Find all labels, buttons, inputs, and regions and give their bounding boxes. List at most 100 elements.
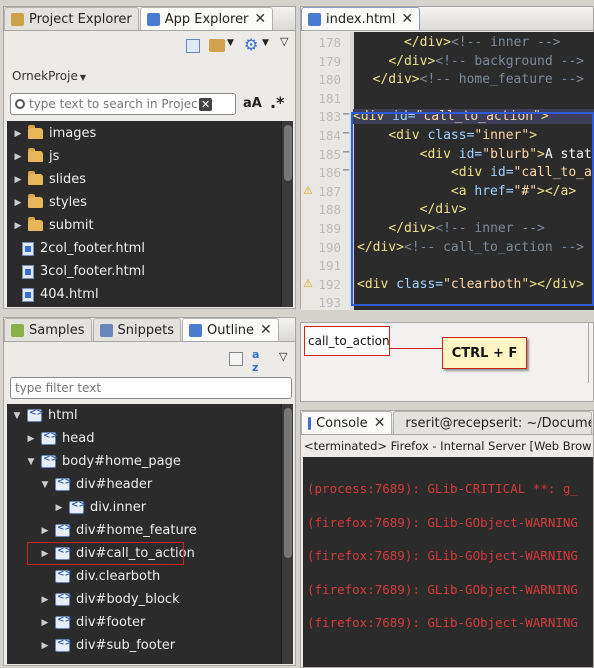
project-tree: ▶ images ▶ js ▶ slides ▶ styles ▶ submit 2col_foot… — [7, 121, 293, 307]
expand-arrow-icon[interactable]: ▶ — [12, 152, 24, 162]
outline-item-label: head — [62, 431, 95, 446]
outline-item[interactable]: ▶ div#body_block — [7, 588, 293, 611]
element-icon — [41, 454, 58, 468]
project-menu-icon[interactable] — [209, 39, 225, 52]
tree-item[interactable]: ▶ submit — [7, 214, 293, 237]
scrollbar[interactable] — [281, 121, 293, 307]
folder-icon — [28, 148, 43, 162]
outline-item[interactable]: ▶ div.inner — [7, 496, 293, 519]
outline-filter — [10, 377, 292, 399]
outline-item[interactable]: ▼ html — [7, 404, 293, 427]
tree-item[interactable]: ▶ styles — [7, 191, 293, 214]
outline-item[interactable]: ▶ div#home_feature — [7, 519, 293, 542]
expand-arrow-icon[interactable]: ▶ — [25, 434, 37, 444]
outline-item[interactable]: ▶ div#footer — [7, 611, 293, 634]
code-token: <!-- home_feature --> — [419, 72, 584, 88]
search-icon — [15, 99, 25, 109]
search-input[interactable] — [29, 97, 197, 111]
line-number: 191 — [318, 258, 341, 274]
close-icon[interactable]: ✕ — [260, 322, 272, 338]
view-menu-icon[interactable]: ▽ — [280, 35, 288, 48]
console-output[interactable]: (process:7689): GLib-CRITICAL **: g_ (fir… — [303, 457, 593, 667]
expand-arrow-icon[interactable]: ▶ — [12, 221, 24, 231]
outline-item[interactable]: ▶ div#sub_footer — [7, 634, 293, 657]
scrollbar[interactable] — [281, 404, 293, 664]
expand-arrow-icon[interactable]: ▼ — [25, 457, 37, 467]
element-icon — [69, 500, 86, 514]
close-icon[interactable]: ✕ — [254, 11, 266, 27]
code-line: </div><!-- home_feature --> — [357, 72, 584, 87]
tree-item-label: styles — [49, 195, 87, 210]
tab-samples[interactable]: Samples — [4, 318, 92, 341]
tree-item[interactable]: ▶ js — [7, 145, 293, 168]
expand-arrow-icon[interactable]: ▼ — [11, 411, 23, 421]
snippets-icon — [99, 323, 113, 337]
outline-item[interactable]: ▼ body#home_page — [7, 450, 293, 473]
tab-project-explorer[interactable]: Project Explorer — [4, 7, 139, 30]
expand-arrow-icon[interactable]: ▶ — [39, 595, 51, 605]
tab-index-html[interactable]: index.html ✕ — [301, 7, 421, 30]
project-selector[interactable]: OrnekProje ▼ — [12, 69, 86, 83]
expand-arrow-icon[interactable]: ▶ — [12, 129, 24, 139]
console-line: (firefox:7689): GLib-GObject-WARNING — [307, 548, 578, 563]
code-line: </div><!-- background --> — [357, 54, 584, 69]
chevron-down-icon[interactable]: ▼ — [227, 38, 234, 48]
tree-item[interactable]: 404.html — [7, 283, 293, 306]
collapse-icon[interactable] — [229, 352, 243, 366]
fold-icon[interactable]: − — [342, 128, 350, 139]
outline-item-label: div#sub_footer — [76, 638, 176, 653]
fold-icon[interactable]: − — [342, 147, 350, 158]
regex-button[interactable]: .* — [270, 93, 284, 112]
outline-item[interactable]: ▶div#call_to_action — [7, 542, 293, 565]
expand-arrow-icon[interactable]: ▶ — [39, 618, 51, 628]
console-line: (firefox:7689): GLib-GObject-WARNING — [307, 615, 578, 630]
tree-item-label: images — [49, 126, 97, 141]
filter-input[interactable] — [15, 381, 285, 395]
outline-panel: Samples Snippets Outline ✕ az ▽ ▼ html ▶ he… — [3, 317, 296, 666]
collapse-all-icon[interactable] — [186, 39, 200, 53]
console-line: (firefox:7689): GLib-GObject-WARNING — [307, 581, 578, 597]
tab-outline[interactable]: Outline ✕ — [182, 318, 279, 341]
tab-terminal[interactable]: rserit@recepserit: ~/Docume — [393, 411, 592, 434]
fold-icon[interactable]: − — [342, 165, 350, 176]
line-number: 193 — [318, 295, 341, 310]
tree-item[interactable]: 3col_footer.html — [7, 260, 293, 283]
tab-console[interactable]: Console ✕ — [301, 411, 393, 434]
tree-item[interactable]: ▶ slides — [7, 168, 293, 191]
case-sensitive-button[interactable]: aA — [243, 96, 262, 111]
warning-icon[interactable]: ⚠ — [303, 184, 313, 197]
outline-item-label: html — [48, 408, 78, 423]
outline-item[interactable]: div.clearboth — [7, 565, 293, 588]
element-icon — [55, 477, 72, 491]
expand-arrow-icon[interactable]: ▶ — [12, 198, 24, 208]
expand-arrow-icon[interactable]: ▼ — [39, 480, 51, 490]
tab-app-explorer[interactable]: App Explorer ✕ — [139, 7, 274, 30]
view-menu-icon[interactable]: ▽ — [279, 350, 287, 363]
folder-icon — [28, 194, 43, 208]
warning-icon[interactable]: ⚠ — [303, 277, 313, 290]
editor-panel: index.html ✕ 178 </div><!-- inner --> 179… — [300, 6, 594, 310]
element-icon — [55, 638, 72, 652]
outline-item-label: div.inner — [90, 500, 147, 515]
sort-icon[interactable]: az — [252, 348, 259, 374]
tab-snippets[interactable]: Snippets — [92, 318, 182, 341]
clear-search-icon[interactable]: ✕ — [199, 97, 213, 111]
gear-icon[interactable]: ⚙ — [244, 35, 258, 54]
close-icon[interactable]: ✕ — [374, 415, 386, 431]
find-input-box[interactable]: call_to_action — [304, 326, 390, 356]
outline-item[interactable]: ▶ head — [7, 427, 293, 450]
tree-item[interactable]: 2col_footer.html — [7, 237, 293, 260]
outline-tabbar: Samples Snippets Outline ✕ — [4, 318, 295, 342]
outline-item[interactable]: ▼ div#header — [7, 473, 293, 496]
html-file-icon — [22, 264, 34, 279]
close-icon[interactable]: ✕ — [401, 11, 413, 27]
code-line: </div><!-- inner --> — [357, 35, 561, 50]
tree-item[interactable]: ▶ images — [7, 122, 293, 145]
fold-icon[interactable]: − — [342, 109, 350, 120]
expand-arrow-icon[interactable]: ▶ — [39, 641, 51, 651]
expand-arrow-icon[interactable]: ▶ — [53, 503, 65, 513]
expand-arrow-icon[interactable]: ▶ — [12, 175, 24, 185]
chevron-down-icon[interactable]: ▼ — [262, 38, 269, 48]
code-area[interactable]: 178 </div><!-- inner --> 179 </div><!-- b… — [301, 32, 594, 310]
expand-arrow-icon[interactable]: ▶ — [39, 526, 51, 536]
